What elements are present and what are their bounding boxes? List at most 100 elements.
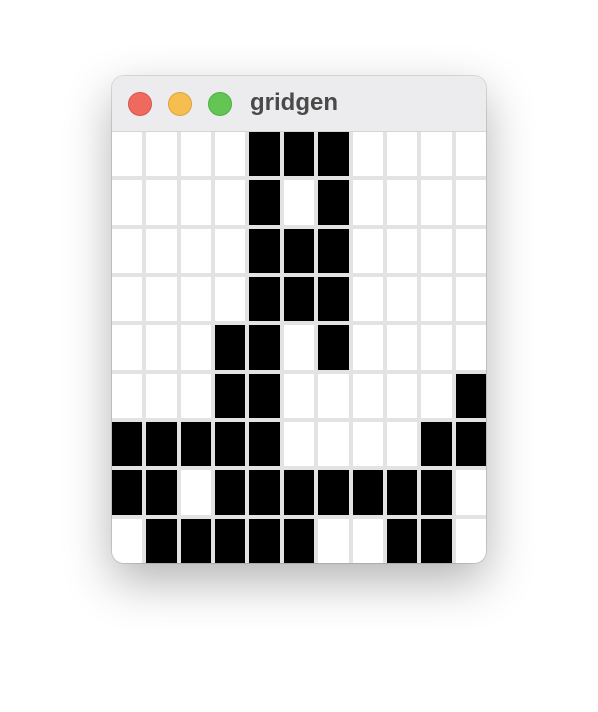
grid-cell-r5-c7[interactable]	[352, 373, 383, 418]
grid-cell-r1-c5[interactable]	[283, 180, 315, 225]
grid-cell-r2-c10[interactable]	[455, 228, 486, 273]
grid-cell-r0-c8[interactable]	[386, 132, 418, 177]
grid-cell-r1-c9[interactable]	[421, 180, 452, 225]
grid-cell-r4-c6[interactable]	[318, 325, 349, 370]
grid-cell-r4-c2[interactable]	[180, 325, 212, 370]
grid-cell-r6-c10[interactable]	[455, 422, 486, 467]
grid-cell-r0-c2[interactable]	[180, 132, 212, 177]
grid-cell-r1-c2[interactable]	[180, 180, 212, 225]
grid-cell-r6-c6[interactable]	[318, 422, 349, 467]
grid-cell-r0-c9[interactable]	[421, 132, 452, 177]
grid-cell-r0-c0[interactable]	[112, 132, 143, 177]
grid-cell-r3-c10[interactable]	[455, 277, 486, 322]
grid-cell-r1-c4[interactable]	[249, 180, 280, 225]
zoom-button[interactable]	[208, 92, 232, 116]
grid-cell-r6-c5[interactable]	[283, 422, 315, 467]
grid-cell-r0-c10[interactable]	[455, 132, 486, 177]
grid-cell-r2-c2[interactable]	[180, 228, 212, 273]
minimize-button[interactable]	[168, 92, 192, 116]
grid-cell-r4-c8[interactable]	[386, 325, 418, 370]
grid-cell-r1-c3[interactable]	[215, 180, 246, 225]
grid-cell-r8-c1[interactable]	[146, 518, 177, 563]
title-bar[interactable]: gridgen	[112, 76, 486, 132]
grid-cell-r4-c10[interactable]	[455, 325, 486, 370]
grid-cell-r7-c4[interactable]	[249, 470, 280, 515]
grid-cell-r6-c3[interactable]	[215, 422, 246, 467]
grid-cell-r4-c5[interactable]	[283, 325, 315, 370]
grid-cell-r8-c7[interactable]	[352, 518, 383, 563]
grid-cell-r8-c4[interactable]	[249, 518, 280, 563]
grid-cell-r6-c4[interactable]	[249, 422, 280, 467]
grid-cell-r6-c7[interactable]	[352, 422, 383, 467]
grid-cell-r3-c6[interactable]	[318, 277, 349, 322]
grid-cell-r8-c5[interactable]	[283, 518, 315, 563]
grid-cell-r3-c3[interactable]	[215, 277, 246, 322]
grid-cell-r4-c3[interactable]	[215, 325, 246, 370]
grid-cell-r5-c10[interactable]	[455, 373, 486, 418]
grid-cell-r0-c1[interactable]	[146, 132, 177, 177]
grid-cell-r1-c0[interactable]	[112, 180, 143, 225]
grid-cell-r0-c5[interactable]	[283, 132, 315, 177]
grid-cell-r4-c1[interactable]	[146, 325, 177, 370]
grid-cell-r5-c0[interactable]	[112, 373, 143, 418]
grid-cell-r7-c6[interactable]	[318, 470, 349, 515]
grid-cell-r7-c1[interactable]	[146, 470, 177, 515]
grid-cell-r8-c9[interactable]	[421, 518, 452, 563]
grid-cell-r2-c9[interactable]	[421, 228, 452, 273]
grid-cell-r0-c3[interactable]	[215, 132, 246, 177]
grid-cell-r3-c8[interactable]	[386, 277, 418, 322]
grid-cell-r0-c4[interactable]	[249, 132, 280, 177]
grid-cell-r5-c3[interactable]	[215, 373, 246, 418]
grid-cell-r1-c8[interactable]	[386, 180, 418, 225]
grid-cell-r4-c0[interactable]	[112, 325, 143, 370]
grid-cell-r2-c5[interactable]	[283, 228, 315, 273]
grid-cell-r7-c0[interactable]	[112, 470, 143, 515]
grid-cell-r3-c0[interactable]	[112, 277, 143, 322]
grid-cell-r7-c7[interactable]	[352, 470, 383, 515]
grid-cell-r2-c1[interactable]	[146, 228, 177, 273]
grid-cell-r5-c5[interactable]	[283, 373, 315, 418]
grid-cell-r0-c7[interactable]	[352, 132, 383, 177]
grid-cell-r1-c7[interactable]	[352, 180, 383, 225]
grid-cell-r6-c0[interactable]	[112, 422, 143, 467]
grid-cell-r2-c7[interactable]	[352, 228, 383, 273]
grid-cell-r1-c10[interactable]	[455, 180, 486, 225]
grid-cell-r7-c8[interactable]	[386, 470, 418, 515]
grid-cell-r5-c6[interactable]	[318, 373, 349, 418]
grid-cell-r3-c4[interactable]	[249, 277, 280, 322]
grid-cell-r7-c9[interactable]	[421, 470, 452, 515]
grid-cell-r8-c10[interactable]	[455, 518, 486, 563]
grid-cell-r2-c4[interactable]	[249, 228, 280, 273]
grid-cell-r5-c9[interactable]	[421, 373, 452, 418]
pixel-grid[interactable]	[112, 132, 486, 563]
grid-cell-r4-c9[interactable]	[421, 325, 452, 370]
grid-cell-r1-c6[interactable]	[318, 180, 349, 225]
grid-cell-r8-c2[interactable]	[180, 518, 212, 563]
grid-cell-r6-c9[interactable]	[421, 422, 452, 467]
grid-cell-r5-c2[interactable]	[180, 373, 212, 418]
grid-cell-r3-c1[interactable]	[146, 277, 177, 322]
grid-cell-r3-c2[interactable]	[180, 277, 212, 322]
grid-cell-r8-c8[interactable]	[386, 518, 418, 563]
grid-cell-r4-c4[interactable]	[249, 325, 280, 370]
grid-cell-r4-c7[interactable]	[352, 325, 383, 370]
grid-cell-r6-c2[interactable]	[180, 422, 212, 467]
grid-cell-r3-c9[interactable]	[421, 277, 452, 322]
grid-cell-r2-c6[interactable]	[318, 228, 349, 273]
grid-cell-r8-c6[interactable]	[318, 518, 349, 563]
grid-cell-r6-c8[interactable]	[386, 422, 418, 467]
grid-cell-r8-c0[interactable]	[112, 518, 143, 563]
close-button[interactable]	[128, 92, 152, 116]
grid-cell-r5-c1[interactable]	[146, 373, 177, 418]
grid-cell-r7-c5[interactable]	[283, 470, 315, 515]
grid-cell-r7-c3[interactable]	[215, 470, 246, 515]
grid-cell-r6-c1[interactable]	[146, 422, 177, 467]
grid-cell-r7-c10[interactable]	[455, 470, 486, 515]
grid-cell-r5-c4[interactable]	[249, 373, 280, 418]
grid-cell-r5-c8[interactable]	[386, 373, 418, 418]
grid-cell-r2-c3[interactable]	[215, 228, 246, 273]
grid-cell-r8-c3[interactable]	[215, 518, 246, 563]
grid-cell-r3-c7[interactable]	[352, 277, 383, 322]
grid-cell-r0-c6[interactable]	[318, 132, 349, 177]
grid-cell-r2-c8[interactable]	[386, 228, 418, 273]
